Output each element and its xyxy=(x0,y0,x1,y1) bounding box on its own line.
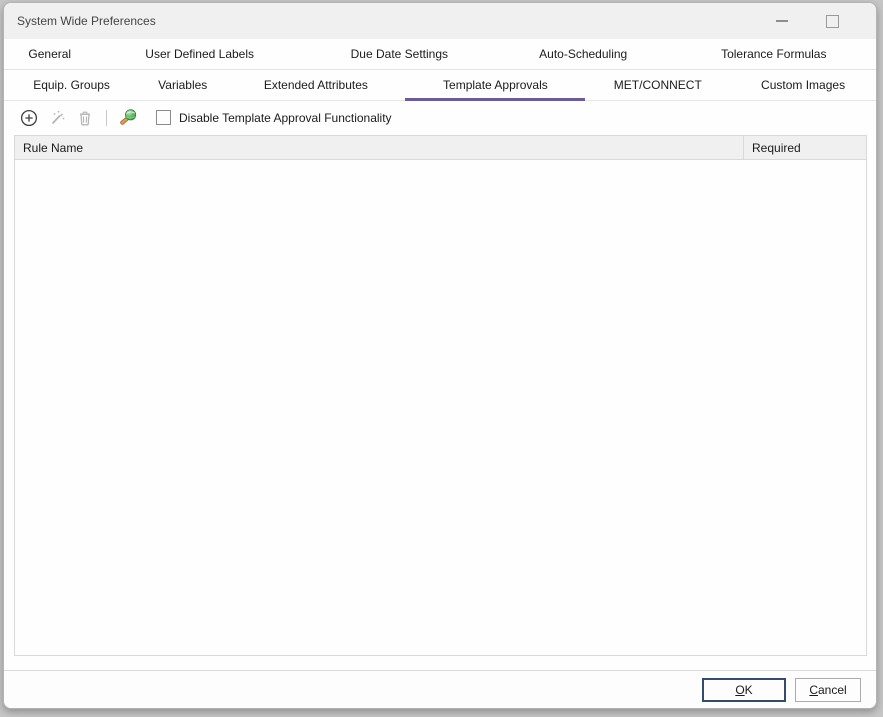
cancel-button[interactable]: Cancel xyxy=(795,678,861,702)
column-header-rule-name[interactable]: Rule Name xyxy=(15,136,743,159)
ok-button-label: OK xyxy=(735,683,752,697)
cancel-button-label: Cancel xyxy=(809,683,846,697)
test-rules-icon xyxy=(118,108,138,128)
tab-label: General xyxy=(28,47,71,61)
tab-equip-groups[interactable]: Equip. Groups xyxy=(4,70,139,100)
tab-label: Tolerance Formulas xyxy=(721,47,826,61)
disable-approval-checkbox-label: Disable Template Approval Functionality xyxy=(179,111,392,125)
tab-label: Due Date Settings xyxy=(351,47,448,61)
tab-auto-scheduling[interactable]: Auto-Scheduling xyxy=(495,39,672,69)
minimize-icon xyxy=(776,20,788,22)
edit-rule-button xyxy=(47,108,67,128)
dialog-footer: OK Cancel xyxy=(4,670,876,708)
tab-custom-images[interactable]: Custom Images xyxy=(730,70,876,100)
tab-label: Auto-Scheduling xyxy=(539,47,627,61)
tab-label: MET/CONNECT xyxy=(614,78,702,92)
maximize-icon xyxy=(826,15,839,28)
tab-label: Variables xyxy=(158,78,207,92)
window-controls xyxy=(768,9,864,33)
tab-tolerance-formulas[interactable]: Tolerance Formulas xyxy=(672,39,876,69)
tab-general[interactable]: General xyxy=(4,39,96,69)
disable-approval-checkbox-group[interactable]: Disable Template Approval Functionality xyxy=(156,110,392,125)
tab-variables[interactable]: Variables xyxy=(139,70,226,100)
column-header-label: Required xyxy=(752,141,801,155)
tab-user-defined-labels[interactable]: User Defined Labels xyxy=(96,39,304,69)
edit-wand-icon xyxy=(48,109,66,127)
tab-met-connect[interactable]: MET/CONNECT xyxy=(585,70,730,100)
template-approvals-toolbar: Disable Template Approval Functionality xyxy=(4,101,876,134)
tab-label: User Defined Labels xyxy=(145,47,254,61)
tab-extended-attributes[interactable]: Extended Attributes xyxy=(226,70,405,100)
tab-row-2: Equip. Groups Variables Extended Attribu… xyxy=(4,70,876,101)
toolbar-separator xyxy=(106,110,107,126)
ok-button[interactable]: OK xyxy=(702,678,786,702)
add-rule-button[interactable] xyxy=(19,108,39,128)
tab-label: Extended Attributes xyxy=(264,78,368,92)
rules-table-body[interactable] xyxy=(15,160,866,655)
tab-template-approvals[interactable]: Template Approvals xyxy=(405,70,585,100)
tab-label: Custom Images xyxy=(761,78,845,92)
tab-due-date-settings[interactable]: Due Date Settings xyxy=(304,39,495,69)
tab-label: Template Approvals xyxy=(443,78,548,92)
title-bar: System Wide Preferences xyxy=(4,3,876,39)
column-header-label: Rule Name xyxy=(23,141,83,155)
add-icon xyxy=(20,109,38,127)
rules-table: Rule Name Required xyxy=(14,135,867,656)
delete-rule-button xyxy=(75,108,95,128)
test-rules-button[interactable] xyxy=(118,108,138,128)
column-header-required[interactable]: Required xyxy=(743,136,866,159)
tab-label: Equip. Groups xyxy=(33,78,110,92)
delete-icon xyxy=(76,109,94,127)
rules-table-header: Rule Name Required xyxy=(15,136,866,160)
disable-approval-checkbox[interactable] xyxy=(156,110,171,125)
tab-row-1: General User Defined Labels Due Date Set… xyxy=(4,39,876,70)
minimize-button[interactable] xyxy=(768,9,796,33)
system-wide-preferences-dialog: System Wide Preferences General User Def… xyxy=(3,2,877,709)
window-title: System Wide Preferences xyxy=(17,14,768,28)
maximize-button[interactable] xyxy=(818,9,846,33)
